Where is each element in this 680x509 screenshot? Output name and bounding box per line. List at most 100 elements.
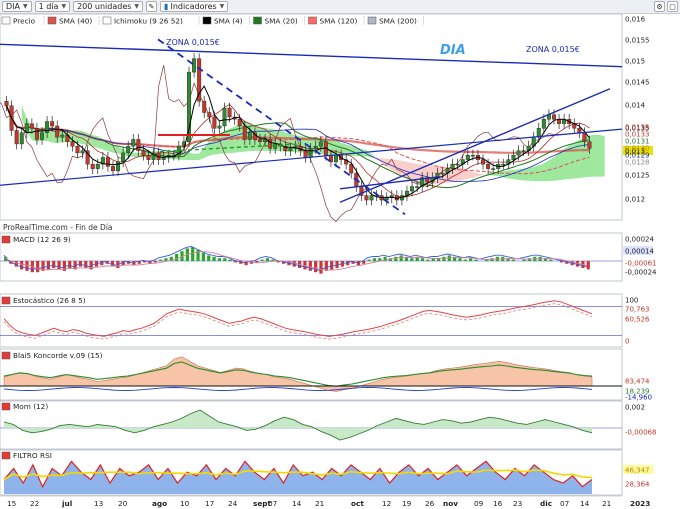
candle-body — [141, 150, 146, 156]
macd-histogram-bar — [522, 259, 526, 261]
candle-body — [70, 141, 75, 147]
x-axis-label: 24 — [228, 499, 238, 508]
candle-body — [116, 161, 121, 172]
x-axis-label: 12 — [382, 499, 391, 508]
macd-histogram-bar — [255, 261, 259, 263]
x-axis-label: 09 — [474, 499, 484, 508]
candle-body — [136, 139, 141, 151]
macd-histogram-bar — [511, 259, 516, 261]
candle-body — [197, 58, 202, 102]
draw-tool-icon[interactable]: ✎ — [146, 1, 158, 12]
candle-body — [364, 195, 369, 201]
panel-legend-swatch — [1, 351, 11, 360]
x-axis-label: 22 — [30, 499, 39, 508]
macd-histogram-bar — [308, 261, 312, 271]
price-y-tick: 0,015 — [625, 58, 645, 66]
zone-annotation-right: ZONA 0,015€ — [526, 45, 580, 54]
candle-body — [247, 132, 252, 140]
interval-label: 1 día — [38, 2, 59, 11]
macd-histogram-bar — [159, 259, 163, 261]
macd-y-tick: 0,00014 — [625, 248, 654, 256]
candle-body — [308, 148, 313, 158]
x-axis-label: 10 — [180, 499, 190, 508]
panel-legend-label: MACD (12 26 9) — [13, 235, 71, 244]
ichimoku-cloud-segment — [559, 148, 565, 181]
legend-label: Precio — [13, 17, 36, 26]
x-axis-label: 13 — [94, 499, 104, 508]
candle-body — [14, 130, 19, 145]
legend-label: SMA (200) — [379, 17, 417, 26]
y-axis-layer: 0,0160,01550,0150,01450,0140,01350,0130,… — [623, 16, 657, 489]
candle-body — [212, 116, 217, 129]
candle-body — [131, 139, 136, 147]
symbol-selector[interactable]: DIA ▼ — [2, 1, 32, 12]
macd-histogram-bar — [68, 261, 72, 268]
candle-body — [501, 163, 506, 166]
panel-legend-label: Estocástico (26 8 5) — [13, 296, 86, 305]
price-y-tick: 0,0155 — [625, 37, 650, 45]
macd-histogram-bar — [367, 259, 371, 261]
candle-body — [60, 134, 65, 138]
ichimoku-cloud-segment — [599, 134, 605, 177]
price-ma-value-label: 0,0128 — [625, 159, 650, 167]
panel-frames — [0, 14, 623, 496]
candle-body — [288, 148, 293, 151]
macd-panel — [0, 232, 623, 282]
legend-label: Ichimoku (9 26 52) — [114, 17, 183, 26]
candle-body — [552, 114, 556, 120]
candle-body — [465, 154, 470, 160]
chevron-down-icon: ▼ — [134, 3, 140, 10]
macd-histogram-bar — [57, 261, 61, 270]
macd-histogram-bar — [420, 258, 425, 261]
candle-body — [40, 132, 44, 140]
x-axis-label: dic — [540, 499, 552, 508]
ichimoku-cloud-segment — [194, 153, 200, 161]
x-axis-label: 21 — [315, 499, 324, 508]
macd-histogram-bar — [463, 259, 467, 261]
candle-body — [582, 132, 587, 142]
macd-histogram-bar — [330, 261, 334, 270]
candle-body — [258, 139, 262, 142]
macd-histogram-bar — [372, 258, 377, 261]
legend-swatch — [367, 16, 377, 25]
macd-y-tick: -0,00061 — [625, 260, 656, 268]
x-axis-label: 17 — [205, 499, 215, 508]
indicators-button[interactable]: ▮ Indicadores ▼ — [160, 1, 229, 12]
stoch-y-tick: 70,763 — [625, 306, 650, 314]
macd-histogram-bar — [260, 259, 264, 261]
x-axis-label: oct — [351, 499, 364, 508]
macd-histogram-bar — [442, 256, 446, 261]
candle-body — [318, 141, 323, 147]
chart-area: Precio SMA (40) Ichimoku (9 26 52) SMA (4) S… — [0, 14, 657, 508]
candle-body — [80, 150, 85, 154]
koncorde-y-tick: -14,960 — [625, 394, 652, 402]
x-axis-label: 07 — [560, 499, 570, 508]
x-axis-label: 2023 — [630, 499, 650, 508]
source-label: ProRealTime.com - Fin de Día — [3, 223, 113, 232]
macd-y-tick: -0,00024 — [625, 269, 657, 277]
interval-selector[interactable]: 1 día ▼ — [34, 1, 71, 12]
macd-histogram-bar — [153, 261, 157, 263]
candle-body — [192, 58, 197, 73]
candle-body — [470, 154, 475, 157]
legend-swatch — [1, 16, 11, 25]
units-selector[interactable]: 200 unidades ▼ — [73, 1, 144, 12]
candle-body — [34, 128, 39, 140]
macd-histogram-bar — [175, 254, 179, 261]
candle-body — [334, 154, 338, 163]
ichimoku-cloud-segment — [528, 166, 534, 181]
legend-swatch — [102, 16, 112, 25]
macd-histogram-bar — [191, 247, 195, 261]
macd-histogram-bar — [394, 256, 398, 261]
zoom-icon[interactable]: ⚙ — [654, 1, 665, 12]
candle-body — [541, 119, 546, 129]
x-axis-label: jul — [61, 499, 72, 508]
candle-body — [227, 107, 232, 118]
chart-toolbar: DIA ▼ 1 día ▼ 200 unidades ▼ ✎ ▮ Indicadores… — [0, 0, 680, 14]
symbol-label: DIA — [6, 2, 20, 11]
price-y-tick: 0,0145 — [625, 79, 650, 87]
candle-body — [410, 186, 415, 192]
window-close-icon[interactable]: ▢ — [667, 1, 678, 12]
panel-legend-label: Blai5 Koncorde v.09 (15) — [13, 351, 103, 360]
ichimoku-cloud-segment — [224, 128, 230, 154]
